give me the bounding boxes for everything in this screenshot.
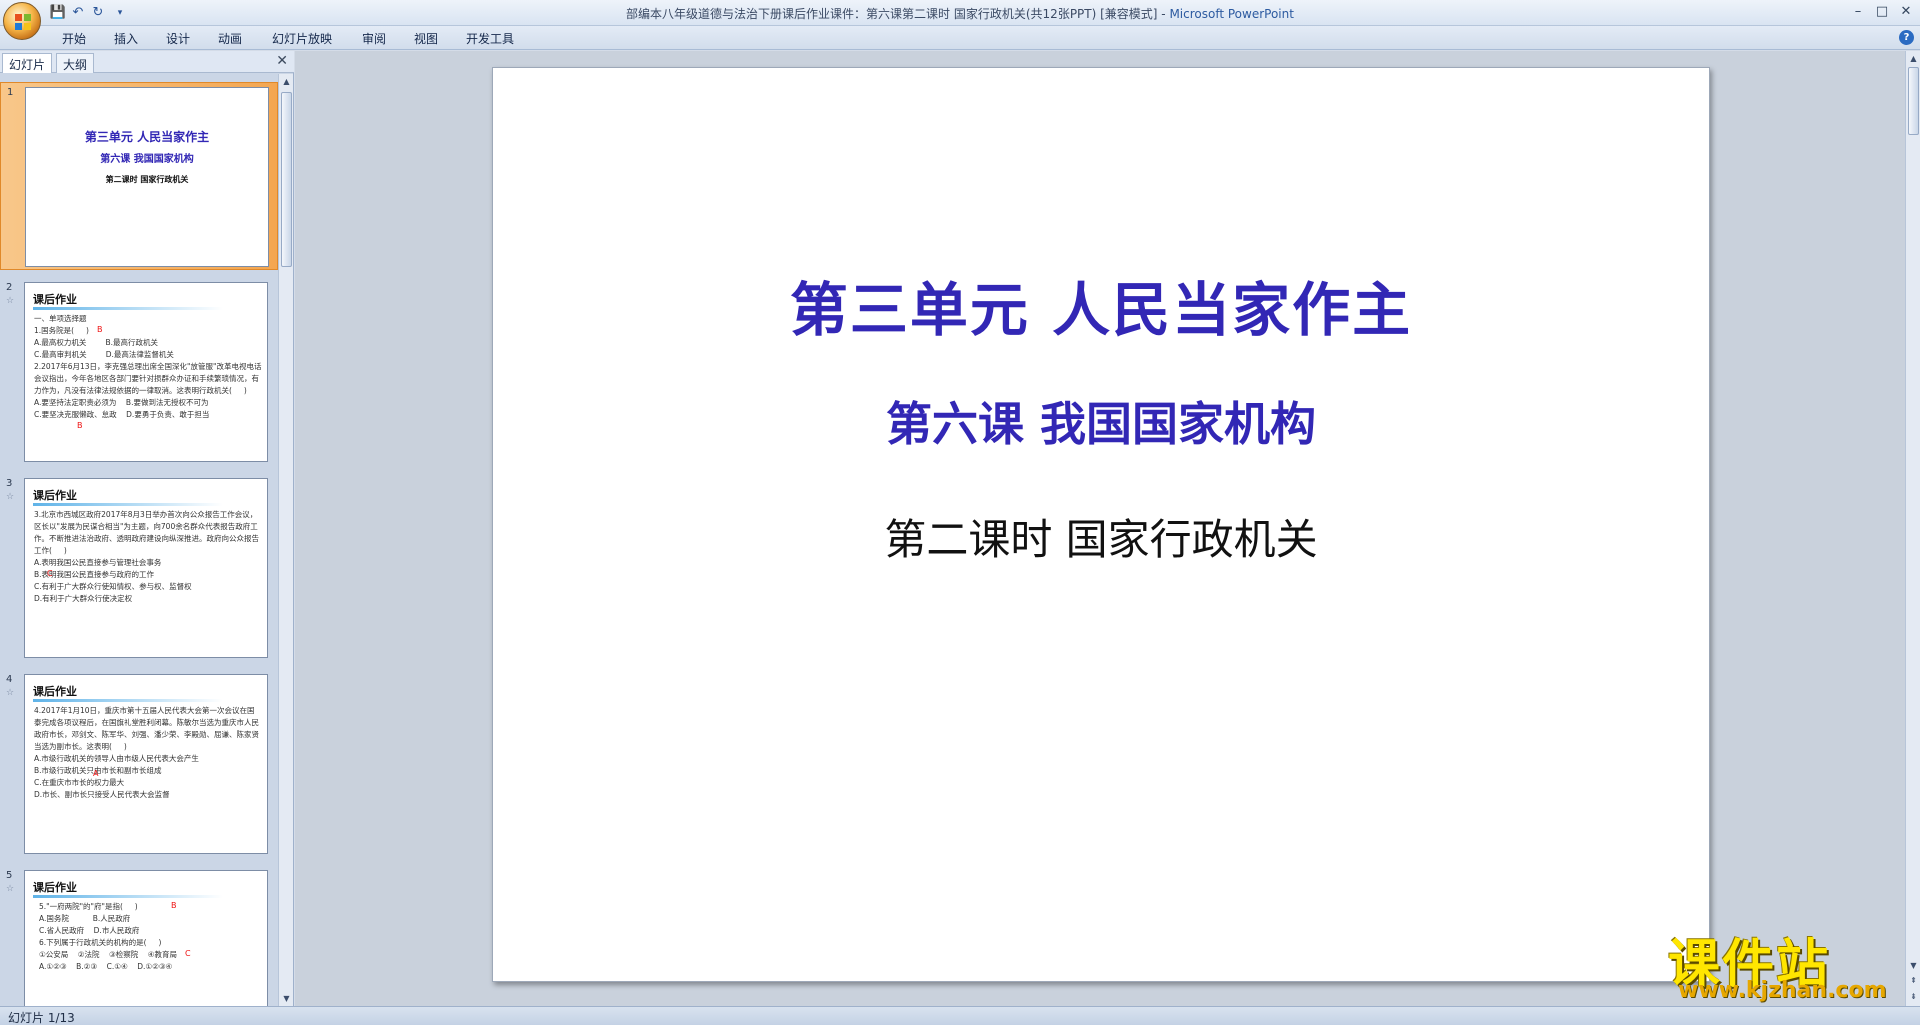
title-bar: 💾 ↶ ↻ ▾ 部编本八年级道德与法治下册课后作业课件：第六课第二课时 国家行政… bbox=[0, 0, 1920, 26]
animation-star-icon: ☆ bbox=[6, 688, 15, 698]
close-button[interactable]: ✕ bbox=[1895, 3, 1917, 21]
tab-slideshow[interactable]: 幻灯片放映 bbox=[272, 30, 332, 47]
answer-mark: C bbox=[185, 949, 191, 958]
scroll-thumb[interactable] bbox=[1908, 67, 1919, 135]
slide-number: 3 bbox=[6, 478, 13, 489]
thumbnail-scrollbar[interactable]: ▲ ▼ bbox=[278, 74, 293, 1006]
title-underline bbox=[33, 895, 223, 898]
slide-title[interactable]: 第三单元 人民当家作主 bbox=[493, 263, 1709, 347]
thumbnail-preview: 课后作业 4.2017年1月10日，重庆市第十五届人民代表大会第一次会议在国泰完… bbox=[24, 674, 268, 854]
tab-design[interactable]: 设计 bbox=[166, 30, 190, 47]
scroll-down-icon[interactable]: ▼ bbox=[279, 991, 294, 1006]
slide-scrollbar[interactable]: ▲ ▼ ⇞ ⇟ bbox=[1905, 51, 1920, 1006]
thumbnail-title: 课后作业 bbox=[33, 293, 77, 306]
thumbnail-preview: 课后作业 5."一府两院"的"府"是指( ) A.国务院 B.人民政府 C.省人… bbox=[24, 870, 268, 1006]
slide-indicator: 幻灯片 1/13 bbox=[8, 1011, 75, 1025]
slide-lesson-title[interactable]: 第二课时 国家行政机关 bbox=[493, 506, 1709, 567]
scroll-thumb[interactable] bbox=[281, 92, 292, 267]
thumbnail-title: 课后作业 bbox=[33, 489, 77, 502]
status-bar: 幻灯片 1/13 bbox=[0, 1006, 1920, 1025]
tab-insert[interactable]: 插入 bbox=[114, 30, 138, 47]
answer-mark: B bbox=[171, 901, 177, 910]
previous-slide-icon[interactable]: ⇞ bbox=[1906, 973, 1920, 988]
thumbnail-preview: 第三单元 人民当家作主 第六课 我国国家机构 第二课时 国家行政机关 bbox=[25, 87, 269, 267]
pane-tab-bar: 幻灯片 大纲 ✕ bbox=[0, 51, 294, 73]
thumbnail-title: 第三单元 人民当家作主 bbox=[84, 130, 210, 144]
slide-editor: 第三单元 人民当家作主 第六课 我国国家机构 第二课时 国家行政机关 bbox=[295, 51, 1905, 1006]
answer-mark: A bbox=[93, 769, 99, 778]
maximize-button[interactable]: □ bbox=[1871, 3, 1893, 21]
title-underline bbox=[33, 699, 223, 702]
slide-thumbnail-5[interactable]: 5 ☆ 课后作业 5."一府两院"的"府"是指( ) A.国务院 B.人民政府 … bbox=[0, 866, 278, 1006]
slides-pane: 幻灯片 大纲 ✕ 1 第三单元 人民当家作主 第六课 我国国家机构 第二课时 国… bbox=[0, 51, 294, 1006]
thumbnail-body: 3.北京市西城区政府2017年8月3日举办首次向公众报告工作会议，区长以"发展为… bbox=[34, 510, 259, 603]
slide-thumbnail-2[interactable]: 2 ☆ 课后作业 一、单项选择题 1.国务院是( ) A.最高权力机关 B.最高… bbox=[0, 278, 278, 466]
animation-star-icon: ☆ bbox=[6, 492, 15, 502]
close-pane-icon[interactable]: ✕ bbox=[276, 53, 288, 69]
slide-number: 1 bbox=[7, 87, 14, 98]
thumbnail-preview: 课后作业 一、单项选择题 1.国务院是( ) A.最高权力机关 B.最高行政机关… bbox=[24, 282, 268, 462]
scroll-up-icon[interactable]: ▲ bbox=[279, 74, 294, 89]
thumbnail-body: 5."一府两院"的"府"是指( ) A.国务院 B.人民政府 C.省人民政府 D… bbox=[39, 902, 178, 971]
animation-star-icon: ☆ bbox=[6, 884, 15, 894]
tab-review[interactable]: 审阅 bbox=[362, 30, 386, 47]
tab-home[interactable]: 开始 bbox=[62, 30, 86, 47]
animation-star-icon: ☆ bbox=[6, 296, 15, 306]
ribbon-tab-bar: 开始 插入 设计 动画 幻灯片放映 审阅 视图 开发工具 ? bbox=[0, 26, 1920, 50]
slide-subtitle[interactable]: 第六课 我国国家机构 bbox=[493, 388, 1709, 454]
scroll-down-icon[interactable]: ▼ bbox=[1906, 958, 1920, 973]
slide-thumbnail-3[interactable]: 3 ☆ 课后作业 3.北京市西城区政府2017年8月3日举办首次向公众报告工作会… bbox=[0, 474, 278, 662]
thumbnail-title: 课后作业 bbox=[33, 881, 77, 894]
answer-mark: B bbox=[77, 421, 83, 430]
answer-mark: C bbox=[47, 569, 53, 578]
watermark-logo: 课件站 www.kjzhan.com bbox=[1668, 922, 1904, 1003]
thumbnail-subtitle: 第六课 我国国家机构 bbox=[100, 154, 194, 165]
tab-animations[interactable]: 动画 bbox=[218, 30, 242, 47]
title-underline bbox=[33, 503, 223, 506]
slide-canvas[interactable]: 第三单元 人民当家作主 第六课 我国国家机构 第二课时 国家行政机关 bbox=[492, 67, 1710, 982]
scroll-up-icon[interactable]: ▲ bbox=[1906, 51, 1920, 66]
thumbnail-preview: 课后作业 3.北京市西城区政府2017年8月3日举办首次向公众报告工作会议，区长… bbox=[24, 478, 268, 658]
slide-number: 5 bbox=[6, 870, 13, 881]
slide-number: 4 bbox=[6, 674, 13, 685]
thumbnail-body: 一、单项选择题 1.国务院是( ) A.最高权力机关 B.最高行政机关 C.最高… bbox=[34, 314, 262, 419]
slide-thumbnail-1[interactable]: 1 第三单元 人民当家作主 第六课 我国国家机构 第二课时 国家行政机关 bbox=[0, 82, 278, 270]
title-underline bbox=[33, 307, 223, 310]
tab-view[interactable]: 视图 bbox=[414, 30, 438, 47]
office-button[interactable] bbox=[3, 2, 41, 40]
answer-mark: B bbox=[97, 325, 103, 334]
thumbnail-body: 4.2017年1月10日，重庆市第十五届人民代表大会第一次会议在国泰完成各项议程… bbox=[34, 706, 259, 799]
thumbnail-title: 课后作业 bbox=[33, 685, 77, 698]
tab-outline[interactable]: 大纲 bbox=[56, 53, 95, 73]
next-slide-icon[interactable]: ⇟ bbox=[1906, 989, 1920, 1004]
slide-number: 2 bbox=[6, 282, 13, 293]
minimize-button[interactable]: – bbox=[1847, 3, 1869, 21]
thumbnail-sub2: 第二课时 国家行政机关 bbox=[105, 175, 189, 184]
window-title: 部编本八年级道德与法治下册课后作业课件：第六课第二课时 国家行政机关(共12张P… bbox=[626, 7, 1294, 21]
tab-slides[interactable]: 幻灯片 bbox=[2, 53, 53, 73]
tab-developer[interactable]: 开发工具 bbox=[466, 30, 514, 47]
help-icon[interactable]: ? bbox=[1899, 30, 1914, 45]
watermark-url: www.kjzhan.com bbox=[1678, 978, 1887, 1003]
slide-thumbnail-4[interactable]: 4 ☆ 课后作业 4.2017年1月10日，重庆市第十五届人民代表大会第一次会议… bbox=[0, 670, 278, 858]
office-logo-icon bbox=[15, 14, 31, 30]
